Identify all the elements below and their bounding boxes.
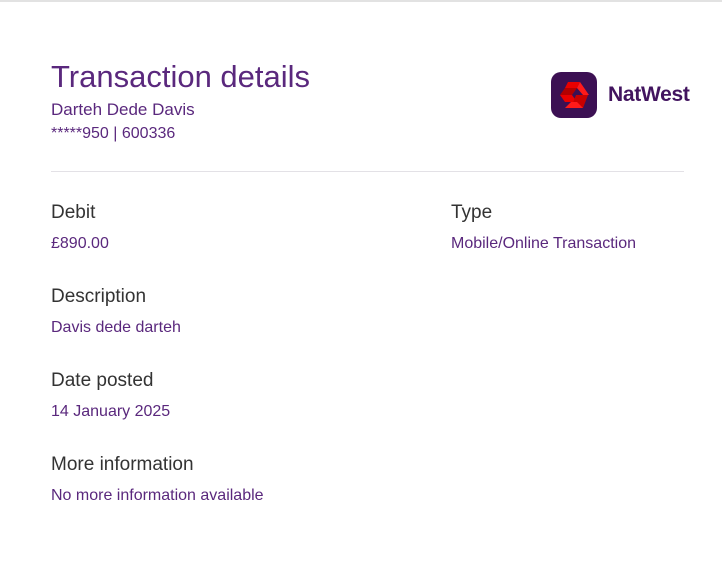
- description-value: Davis dede darteh: [51, 319, 181, 336]
- page-title: Transaction details: [51, 59, 311, 94]
- debit-label: Debit: [51, 202, 96, 223]
- debit-amount: £890.00: [51, 235, 109, 252]
- brand-name: NatWest: [608, 83, 690, 106]
- account-holder-name: Darteh Dede Davis: [51, 100, 195, 119]
- type-label: Type: [451, 202, 493, 223]
- more-information-label: More information: [51, 454, 194, 475]
- description-label: Description: [51, 286, 147, 307]
- transaction-details-panel: Transaction details Darteh Dede Davis **…: [0, 0, 722, 585]
- account-number-sort-code: *****950 | 600336: [51, 125, 176, 142]
- header-divider: [51, 171, 684, 172]
- natwest-cubes-icon: [551, 72, 597, 118]
- more-information-value: No more information available: [51, 487, 264, 504]
- brand-logo: NatWest: [551, 72, 690, 118]
- date-posted-label: Date posted: [51, 370, 154, 391]
- type-value: Mobile/Online Transaction: [451, 235, 636, 252]
- date-posted-value: 14 January 2025: [51, 403, 171, 420]
